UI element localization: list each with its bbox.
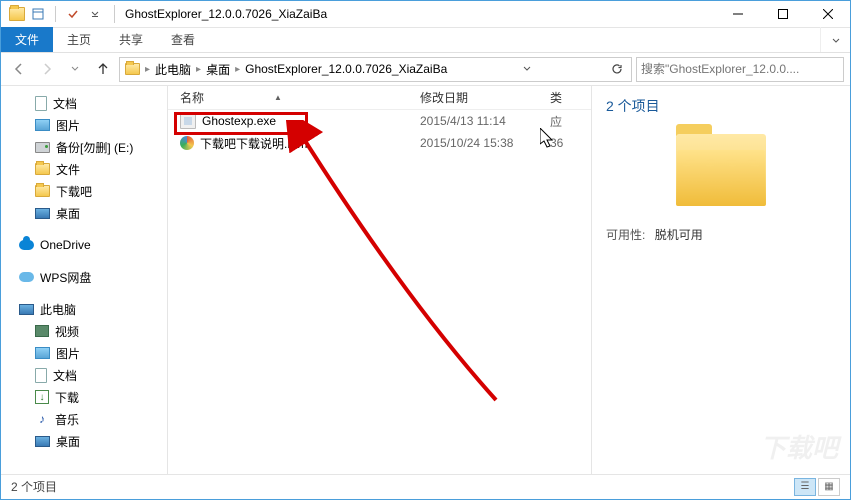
column-header-type[interactable]: 类	[550, 89, 591, 106]
up-button[interactable]	[91, 57, 115, 81]
tree-item-label: WPS网盘	[40, 269, 91, 286]
address-dropdown-icon[interactable]	[515, 65, 539, 73]
view-details-button[interactable]: ☰	[794, 478, 816, 496]
chevron-right-icon[interactable]: ▸	[145, 64, 150, 75]
search-input[interactable]	[641, 62, 839, 76]
annotation-arrow	[286, 120, 526, 420]
tree-item-label: 图片	[56, 345, 80, 362]
file-type: 应	[550, 113, 591, 130]
exe-icon	[180, 113, 196, 129]
view-icons-button[interactable]: ▦	[818, 478, 840, 496]
tree-item[interactable]: 视频	[1, 320, 167, 342]
sort-indicator-icon: ▲	[274, 93, 282, 102]
qat-separator	[55, 6, 56, 22]
availability-label: 可用性:	[606, 228, 645, 242]
tree-item-label: 文件	[56, 161, 80, 178]
tab-home[interactable]: 主页	[53, 27, 105, 52]
tree-item[interactable]: 文档	[1, 364, 167, 386]
column-header-date[interactable]: 修改日期	[420, 89, 550, 106]
tree-item[interactable]: 图片	[1, 342, 167, 364]
breadcrumb-segment[interactable]: 桌面	[204, 61, 232, 78]
column-name-label: 名称	[180, 89, 204, 106]
tree-item[interactable]: 桌面	[1, 430, 167, 452]
tab-file[interactable]: 文件	[1, 27, 53, 52]
qat-dropdown-icon[interactable]	[86, 5, 104, 23]
recent-dropdown-icon[interactable]	[63, 57, 87, 81]
tree-item[interactable]: OneDrive	[1, 234, 167, 256]
maximize-button[interactable]	[760, 1, 805, 27]
details-availability: 可用性: 脱机可用	[606, 226, 836, 243]
tree-item-label: 文档	[53, 95, 77, 112]
tree-item[interactable]: ♪音乐	[1, 408, 167, 430]
tab-share[interactable]: 共享	[105, 27, 157, 52]
tree-item-label: 下载	[55, 389, 79, 406]
quick-access-toolbar: GhostExplorer_12.0.0.7026_XiaZaiBa	[1, 5, 327, 23]
tree-item[interactable]: 下载	[1, 386, 167, 408]
qat-properties-icon[interactable]	[29, 5, 47, 23]
minimize-button[interactable]	[715, 1, 760, 27]
column-headers: 名称 ▲ 修改日期 类	[168, 86, 591, 110]
file-name: 下载吧下载说明.htm	[200, 135, 307, 152]
tree-item-label: 音乐	[55, 411, 79, 428]
file-date: 2015/4/13 11:14	[420, 114, 550, 128]
tree-item-label: 图片	[56, 117, 80, 134]
close-button[interactable]	[805, 1, 850, 27]
ribbon-tabs: 文件 主页 共享 查看	[1, 28, 850, 53]
file-row[interactable]: Ghostexp.exe 2015/4/13 11:14应	[168, 110, 591, 132]
tree-item-label: 下载吧	[56, 183, 92, 200]
folder-preview-icon	[676, 134, 766, 206]
breadcrumb-segment[interactable]: GhostExplorer_12.0.0.7026_XiaZaiBa	[243, 62, 449, 76]
tree-item[interactable]: 备份[勿删] (E:)	[1, 136, 167, 158]
tree-item-label: 视频	[55, 323, 79, 340]
qat-check-icon[interactable]	[64, 5, 82, 23]
tree-item-label: 桌面	[56, 205, 80, 222]
tree-item[interactable]: 此电脑	[1, 298, 167, 320]
breadcrumb-folder-icon	[122, 59, 142, 79]
navigation-bar: ▸ 此电脑 ▸ 桌面 ▸ GhostExplorer_12.0.0.7026_X…	[1, 53, 850, 86]
tree-item-label: 桌面	[56, 433, 80, 450]
tree-item[interactable]: 下载吧	[1, 180, 167, 202]
file-date: 2015/10/24 15:38	[420, 136, 550, 150]
refresh-button[interactable]	[605, 63, 629, 75]
file-name: Ghostexp.exe	[202, 114, 276, 128]
file-type: 36	[550, 136, 591, 150]
navigation-pane[interactable]: 文档图片备份[勿删] (E:)文件下载吧桌面OneDriveWPS网盘此电脑视频…	[1, 86, 168, 474]
tree-item-label: 此电脑	[40, 301, 76, 318]
address-bar[interactable]: ▸ 此电脑 ▸ 桌面 ▸ GhostExplorer_12.0.0.7026_X…	[119, 57, 632, 82]
app-icon[interactable]	[9, 7, 25, 21]
tree-item[interactable]: WPS网盘	[1, 266, 167, 288]
tab-view[interactable]: 查看	[157, 27, 209, 52]
status-bar: 2 个项目 ☰ ▦	[1, 474, 850, 498]
chevron-right-icon[interactable]: ▸	[235, 64, 240, 75]
titlebar: GhostExplorer_12.0.0.7026_XiaZaiBa	[1, 1, 850, 28]
window-title: GhostExplorer_12.0.0.7026_XiaZaiBa	[125, 7, 327, 21]
body: 文档图片备份[勿删] (E:)文件下载吧桌面OneDriveWPS网盘此电脑视频…	[1, 86, 850, 474]
tree-item-label: 文档	[53, 367, 77, 384]
chevron-right-icon[interactable]: ▸	[196, 64, 201, 75]
tree-item[interactable]: 文件	[1, 158, 167, 180]
breadcrumb-segment[interactable]: 此电脑	[153, 61, 193, 78]
details-title: 2 个项目	[606, 96, 836, 116]
column-header-name[interactable]: 名称 ▲	[168, 89, 420, 106]
tree-item[interactable]: 桌面	[1, 202, 167, 224]
file-list-pane[interactable]: 名称▲ 修改日期 类 Ghostexp.exe2015/4/13 11:14应下…	[168, 86, 592, 474]
title-separator	[114, 5, 115, 23]
status-text: 2 个项目	[11, 478, 57, 495]
availability-value: 脱机可用	[655, 228, 703, 242]
tree-item-label: OneDrive	[40, 238, 91, 252]
file-rows: Ghostexp.exe 2015/4/13 11:14应下载吧下载说明.htm 2…	[168, 110, 591, 154]
tree-item[interactable]: 文档	[1, 92, 167, 114]
window-controls	[715, 1, 850, 27]
forward-button[interactable]	[35, 57, 59, 81]
view-switcher: ☰ ▦	[794, 478, 840, 496]
ribbon-expand-button[interactable]	[820, 27, 850, 52]
htm-icon	[180, 136, 194, 150]
tree-item[interactable]: 图片	[1, 114, 167, 136]
search-box[interactable]	[636, 57, 844, 82]
file-row[interactable]: 下载吧下载说明.htm 2015/10/24 15:3836	[168, 132, 591, 154]
details-pane: 2 个项目 可用性: 脱机可用	[592, 86, 850, 474]
tree-item-label: 备份[勿删] (E:)	[56, 139, 133, 156]
back-button[interactable]	[7, 57, 31, 81]
